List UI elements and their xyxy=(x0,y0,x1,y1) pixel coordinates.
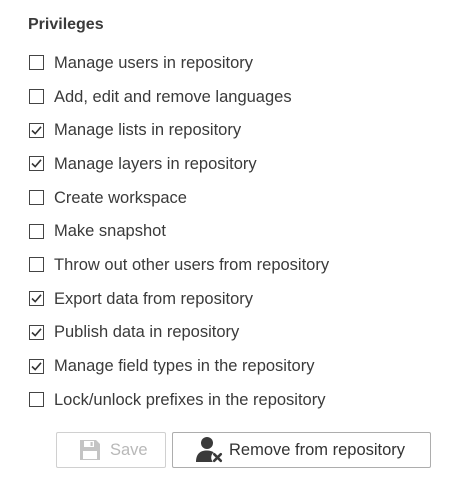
privilege-label: Make snapshot xyxy=(54,222,166,241)
privilege-item-publish-data[interactable]: Publish data in repository xyxy=(28,316,329,350)
privileges-heading: Privileges xyxy=(28,16,104,33)
privilege-item-manage-field-types[interactable]: Manage field types in the repository xyxy=(28,349,329,383)
checkbox-unchecked[interactable] xyxy=(29,257,44,273)
privilege-label: Add, edit and remove languages xyxy=(54,87,292,106)
privilege-item-languages[interactable]: Add, edit and remove languages xyxy=(28,80,329,114)
privilege-label: Lock/unlock prefixes in the repository xyxy=(54,390,326,409)
privilege-label: Publish data in repository xyxy=(54,323,240,342)
save-button[interactable]: Save xyxy=(56,432,166,468)
remove-user-icon xyxy=(195,435,225,465)
privilege-item-manage-layers[interactable]: Manage layers in repository xyxy=(28,147,329,181)
privilege-label: Throw out other users from repository xyxy=(54,255,330,274)
privileges-panel: Privileges Manage users in repository Ad… xyxy=(0,0,460,500)
save-button-label: Save xyxy=(110,440,148,459)
checkbox-checked[interactable] xyxy=(29,122,44,138)
checkbox-checked[interactable] xyxy=(29,291,44,307)
privilege-label: Export data from repository xyxy=(54,289,253,308)
privilege-label: Create workspace xyxy=(54,188,187,207)
privilege-label: Manage layers in repository xyxy=(54,154,257,173)
checkbox-checked[interactable] xyxy=(29,324,44,340)
checkbox-checked[interactable] xyxy=(29,156,44,172)
privilege-item-create-workspace[interactable]: Create workspace xyxy=(28,181,329,215)
remove-button-label: Remove from repository xyxy=(229,440,406,459)
privilege-item-manage-lists[interactable]: Manage lists in repository xyxy=(28,113,329,147)
remove-from-repository-button[interactable]: Remove from repository xyxy=(172,432,431,468)
privilege-label: Manage field types in the repository xyxy=(54,357,315,376)
privilege-label: Manage users in repository xyxy=(54,53,254,72)
privilege-item-lock-prefixes[interactable]: Lock/unlock prefixes in the repository xyxy=(28,383,329,417)
checkbox-unchecked[interactable] xyxy=(29,190,44,206)
privilege-label: Manage lists in repository xyxy=(54,121,242,140)
checkbox-unchecked[interactable] xyxy=(29,89,44,105)
privilege-item-export-data[interactable]: Export data from repository xyxy=(28,282,329,316)
privilege-item-manage-users[interactable]: Manage users in repository xyxy=(28,46,329,80)
privilege-item-make-snapshot[interactable]: Make snapshot xyxy=(28,214,329,248)
checkbox-unchecked[interactable] xyxy=(29,392,44,408)
checkbox-unchecked[interactable] xyxy=(29,223,44,239)
checkbox-unchecked[interactable] xyxy=(29,55,44,71)
checkbox-checked[interactable] xyxy=(29,358,44,374)
privileges-list: Manage users in repository Add, edit and… xyxy=(28,46,329,417)
floppy-disk-icon xyxy=(79,439,101,461)
privilege-item-throw-out-users[interactable]: Throw out other users from repository xyxy=(28,248,329,282)
